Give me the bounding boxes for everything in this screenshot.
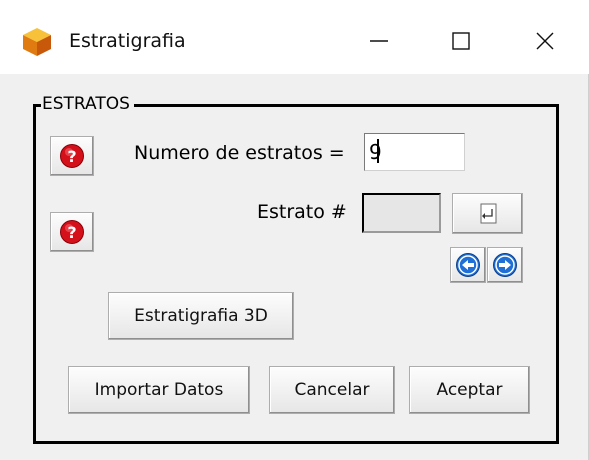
importar-datos-button[interactable]: Importar Datos [68, 366, 250, 414]
estratigrafia-window: Estratigrafia ESTRATOS ? ? Numero de est… [0, 0, 589, 460]
help-button-estrato[interactable]: ? [50, 212, 94, 252]
aceptar-button[interactable]: Aceptar [409, 366, 530, 414]
svg-text:?: ? [67, 147, 76, 166]
orange-cube-icon [23, 28, 51, 56]
next-estrato-button[interactable] [487, 247, 523, 283]
title-bar[interactable]: Estratigrafia [0, 0, 589, 74]
num-estratos-input[interactable]: 9 [364, 133, 465, 171]
num-estratos-label: Numero de estratos = [134, 142, 345, 164]
window-title: Estratigrafia [69, 30, 186, 52]
enter-icon [480, 203, 496, 223]
minimize-button[interactable] [352, 18, 406, 64]
enter-button[interactable] [452, 193, 523, 234]
arrow-left-icon [456, 253, 480, 277]
text-caret [377, 139, 379, 163]
question-icon: ? [60, 144, 84, 168]
close-button[interactable] [518, 18, 572, 64]
close-icon [536, 32, 554, 50]
question-icon: ? [60, 220, 84, 244]
prev-estrato-button[interactable] [450, 247, 486, 283]
maximize-button[interactable] [434, 18, 488, 64]
estrato-label: Estrato # [257, 201, 347, 223]
svg-text:?: ? [67, 223, 76, 242]
minimize-icon [370, 40, 388, 42]
estratigrafia-3d-button[interactable]: Estratigrafia 3D [108, 292, 294, 340]
maximize-icon [452, 32, 470, 50]
cancelar-button[interactable]: Cancelar [269, 366, 395, 414]
arrow-right-icon [493, 253, 517, 277]
help-button-num-estratos[interactable]: ? [50, 136, 94, 176]
group-legend: ESTRATOS [41, 93, 134, 115]
estrato-input[interactable] [362, 193, 441, 233]
